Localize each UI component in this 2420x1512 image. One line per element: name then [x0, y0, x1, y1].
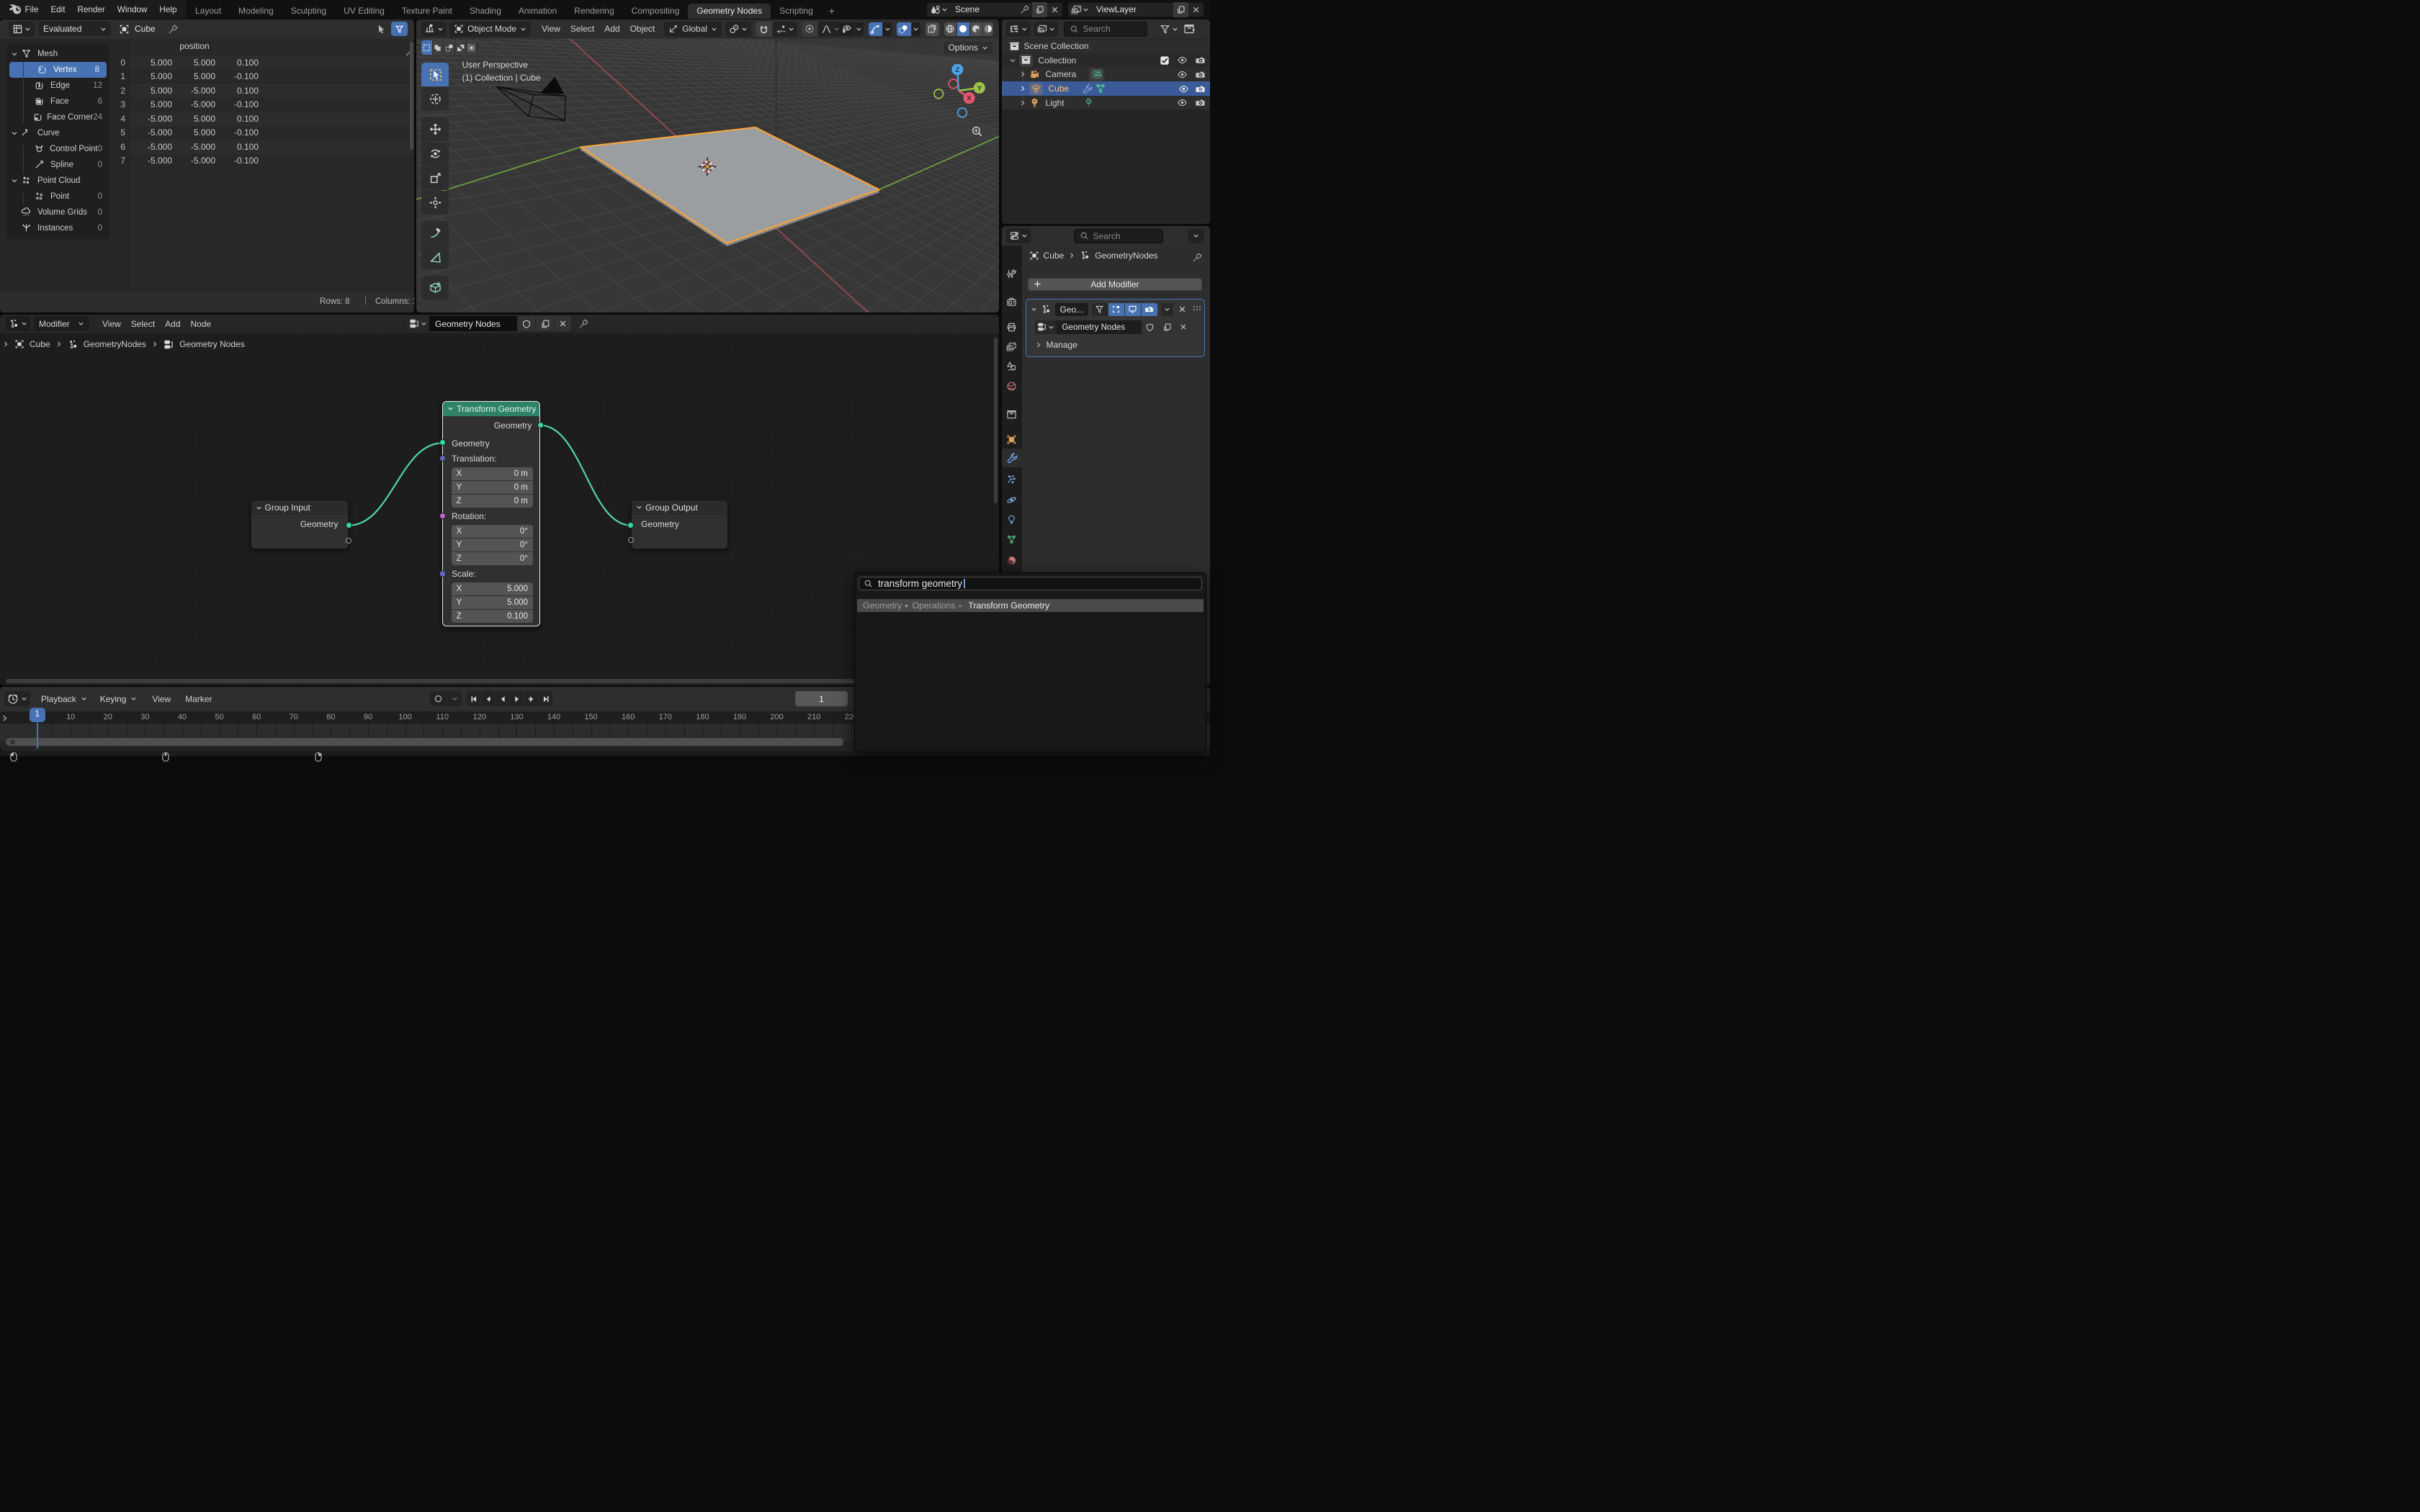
- svg-text:X: X: [967, 94, 972, 102]
- svg-text:Z: Z: [955, 66, 959, 74]
- svg-text:Y: Y: [977, 84, 982, 92]
